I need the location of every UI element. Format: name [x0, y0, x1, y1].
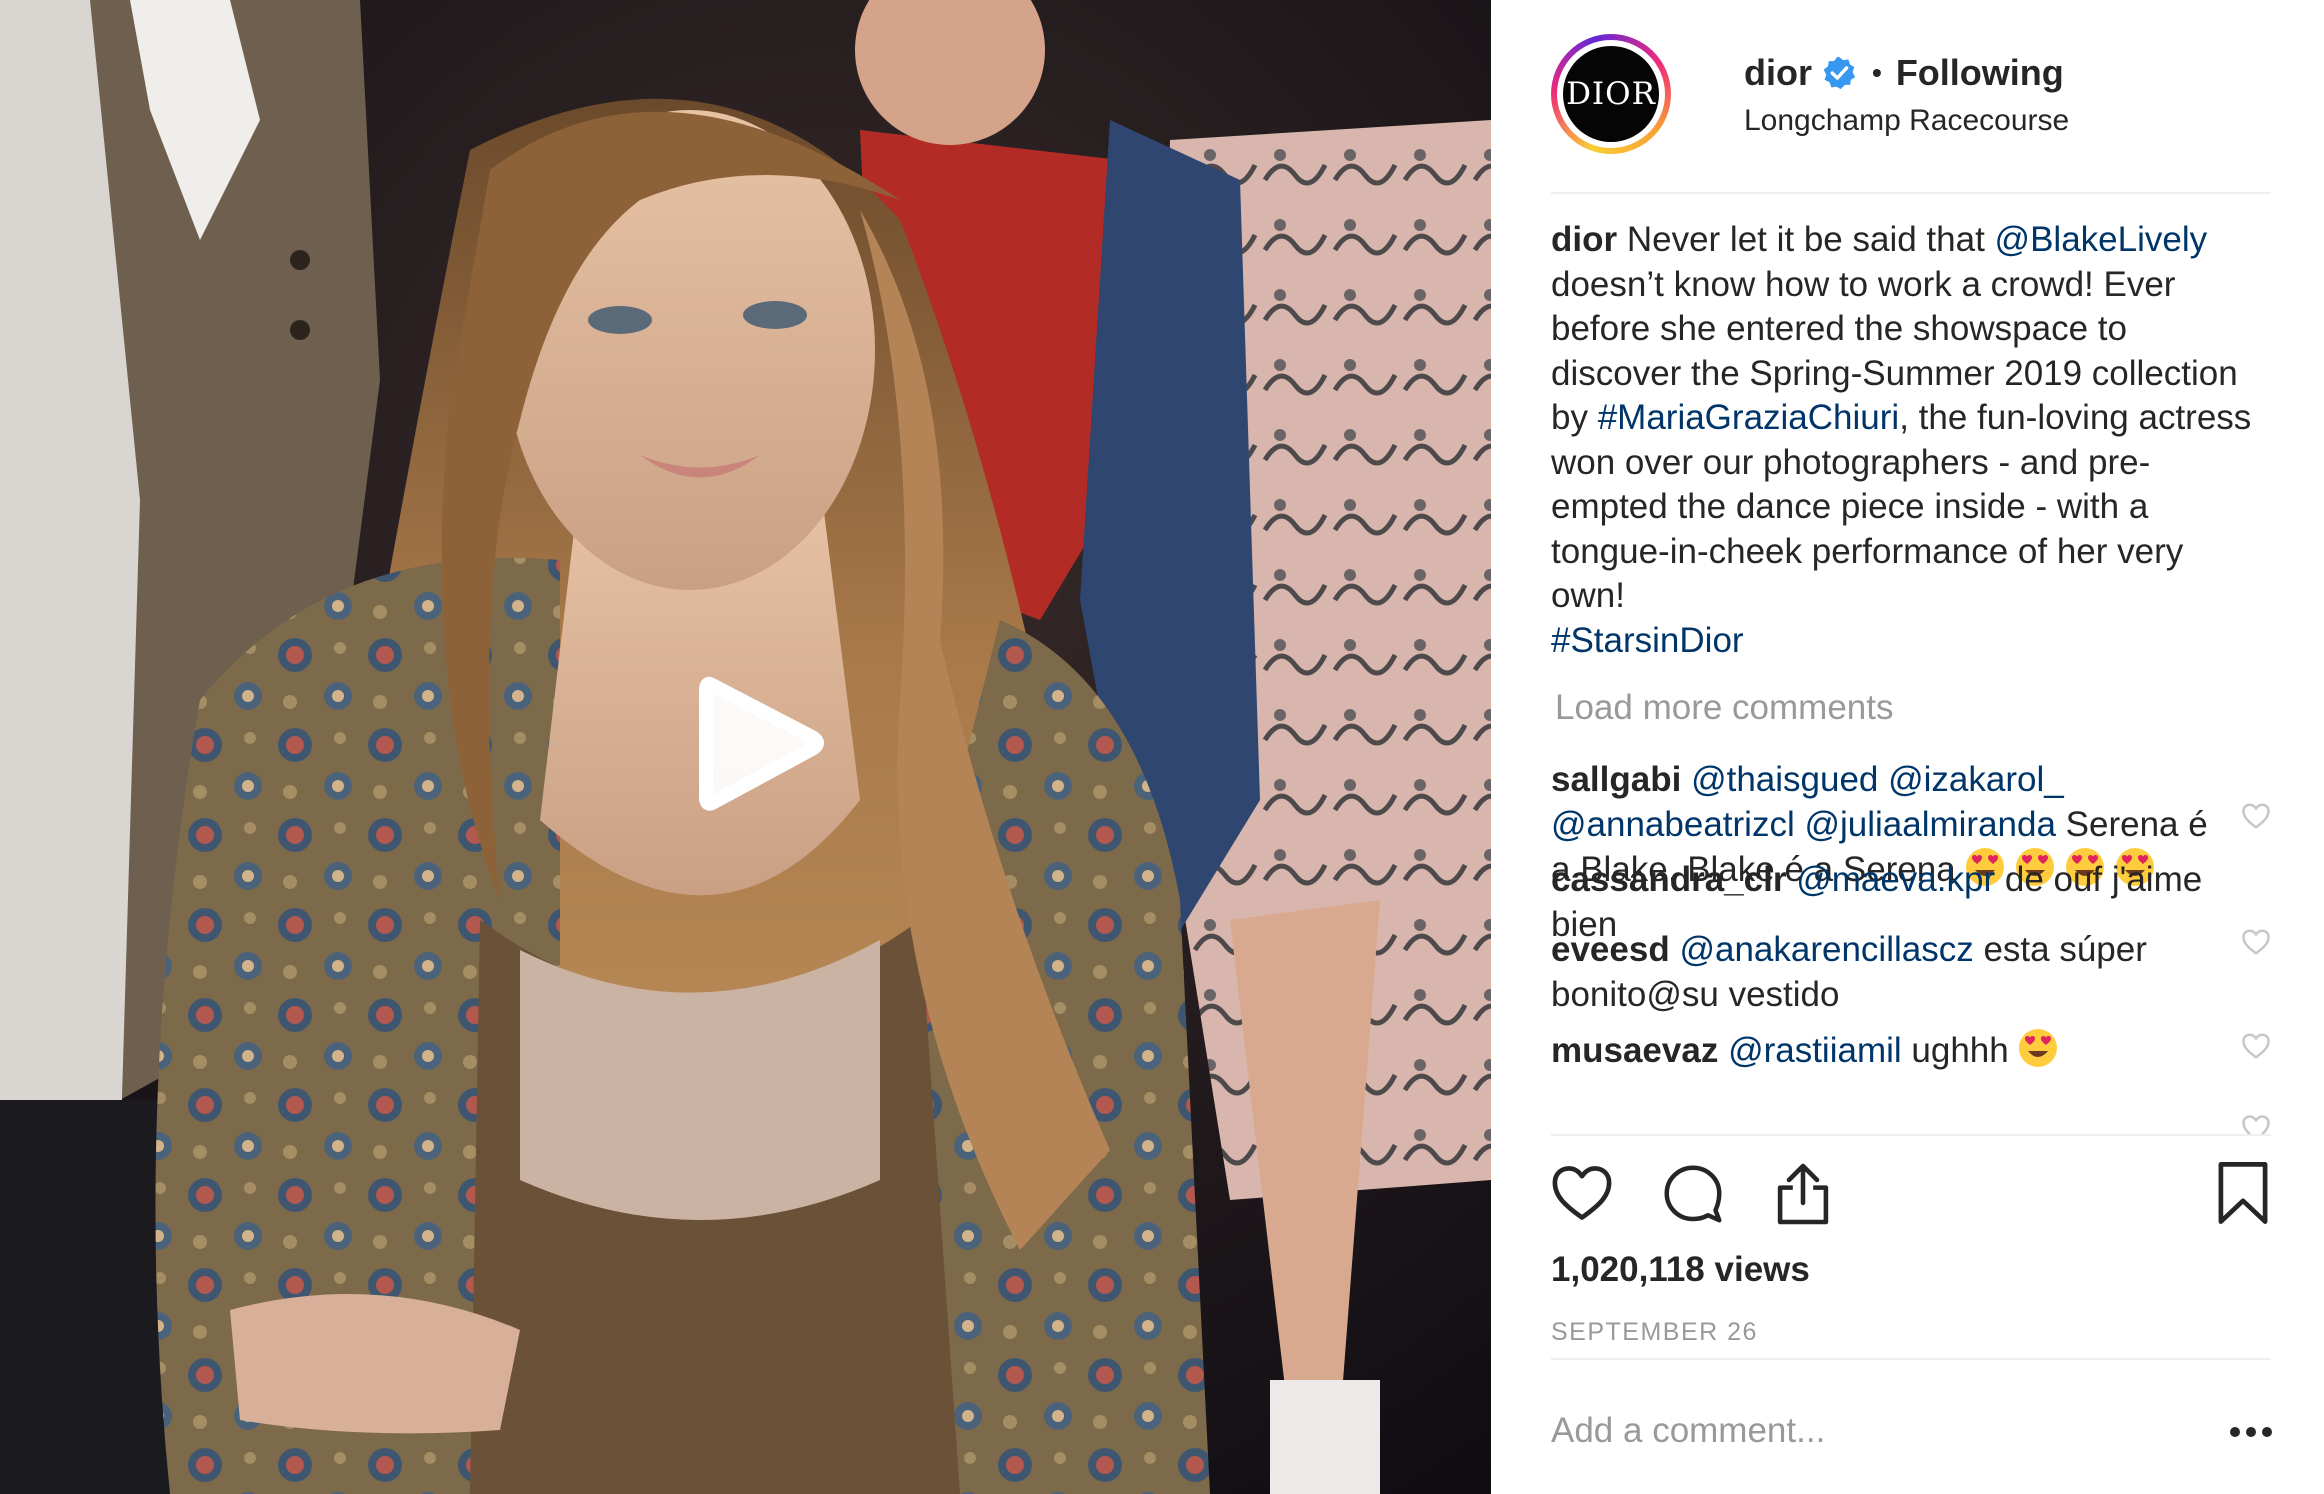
- like-comment-heart-icon[interactable]: [2241, 758, 2271, 786]
- like-comment-heart-icon[interactable]: [2241, 1032, 2271, 1060]
- post-date[interactable]: SEPTEMBER 26: [1551, 1318, 1758, 1347]
- author-row: dior • Following: [1744, 50, 2064, 96]
- mention-link[interactable]: @rastiiamil: [1728, 1031, 1902, 1070]
- like-comment-heart-icon[interactable]: [2241, 928, 2271, 956]
- separator-dot: •: [1872, 57, 1882, 88]
- avatar-logo-text: DIOR: [1566, 76, 1656, 112]
- comment-author[interactable]: musaevaz: [1551, 1031, 1718, 1070]
- mention-link[interactable]: @juliaalmiranda: [1804, 805, 2055, 844]
- view-count[interactable]: 1,020,118 views: [1551, 1250, 1810, 1290]
- avatar[interactable]: DIOR: [1563, 46, 1659, 142]
- mention-link[interactable]: @annabeatrizcl: [1551, 805, 1795, 844]
- post-caption: dior Never let it be said that @BlakeLiv…: [1551, 220, 2252, 660]
- mention-link[interactable]: @thaisgued: [1691, 760, 1878, 799]
- heart-eyes-emoji: [2018, 1029, 2068, 1070]
- add-comment-input[interactable]: [1551, 1400, 2181, 1462]
- comments-divider: [1551, 1134, 2271, 1136]
- bookmark-icon[interactable]: [2217, 1160, 2269, 1226]
- load-more-comments-button[interactable]: Load more comments: [1555, 688, 1893, 728]
- caption-author[interactable]: dior: [1551, 220, 1617, 259]
- author-username[interactable]: dior: [1744, 52, 1812, 94]
- comment-author[interactable]: eveesd: [1551, 930, 1670, 969]
- share-upload-icon[interactable]: [1775, 1162, 1831, 1226]
- play-icon[interactable]: [676, 663, 836, 823]
- following-button[interactable]: Following: [1896, 52, 2064, 94]
- comment-author[interactable]: sallgabi: [1551, 760, 1681, 799]
- like-comment-heart-icon[interactable]: [2241, 1114, 2271, 1134]
- heart-outline-icon[interactable]: [1551, 1164, 1613, 1222]
- verified-badge-icon: [1823, 56, 1856, 90]
- mention-link[interactable]: @BlakeLively: [1995, 220, 2208, 259]
- heart-eyes-emoji-icon: [2019, 1029, 2058, 1067]
- mention-link[interactable]: @anakarencillascz: [1679, 930, 1973, 969]
- post-details-panel: DIOR dior • Following Longchamp Racecour…: [1491, 0, 2324, 1494]
- header-divider: [1551, 192, 2271, 194]
- comment-author[interactable]: cassandra_clr: [1551, 860, 1786, 899]
- mention-link[interactable]: @izakarol_: [1888, 760, 2064, 799]
- comment-item: musaevaz @rastiiamil ughhh: [1551, 1028, 2271, 1074]
- mention-link[interactable]: @maeva.kpr: [1796, 860, 1995, 899]
- post-media[interactable]: [0, 0, 1491, 1494]
- post-header: DIOR dior • Following Longchamp Racecour…: [1551, 34, 2271, 160]
- ellipsis-icon[interactable]: [2229, 1420, 2273, 1444]
- hashtag-link[interactable]: #MariaGraziaChiuri: [1598, 398, 1899, 437]
- story-ring[interactable]: DIOR: [1551, 34, 1671, 154]
- comment-item: eveesd @anakarencillascz esta súper boni…: [1551, 930, 2147, 1014]
- like-comment-heart-icon[interactable]: [2241, 802, 2271, 830]
- hashtag-link[interactable]: #StarsinDior: [1551, 621, 1744, 660]
- comments-list[interactable]: dior Never let it be said that @BlakeLiv…: [1551, 218, 2271, 1138]
- location-link[interactable]: Longchamp Racecourse: [1744, 104, 2069, 138]
- composer-divider: [1551, 1358, 2271, 1360]
- speech-bubble-icon[interactable]: [1663, 1164, 1723, 1224]
